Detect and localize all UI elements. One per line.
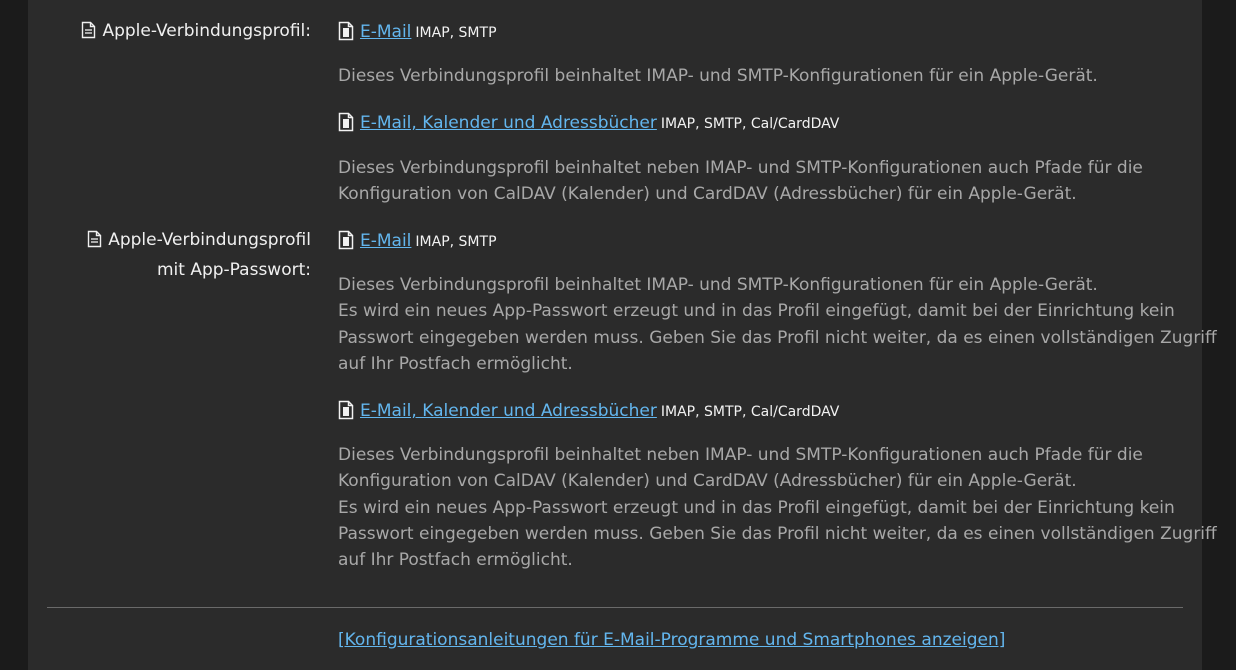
profile-description: Dieses Verbindungsprofil beinhaltet IMAP… xyxy=(338,66,1098,86)
document-lines-icon xyxy=(87,230,102,257)
protocol-tag: IMAP, SMTP, Cal/CardDAV xyxy=(660,116,840,132)
protocol-tag: IMAP, SMTP xyxy=(415,25,497,41)
email-calendar-contacts-app-password-profile-link[interactable]: E-Mail, Kalender und Adressbücher xyxy=(360,401,657,421)
profile-file-icon xyxy=(338,112,354,139)
email-calendar-contacts-profile-link[interactable]: E-Mail, Kalender und Adressbücher xyxy=(360,113,657,133)
profile-entry: E-Mail IMAP, SMTP xyxy=(338,229,1198,253)
show-configuration-guides-link[interactable]: [Konfigurationsanleitungen für E-Mail-Pr… xyxy=(338,628,1005,652)
profile-description: Dieses Verbindungsprofil beinhaltet nebe… xyxy=(338,158,1143,205)
profile-description: Dieses Verbindungsprofil beinhaltet IMAP… xyxy=(338,275,1217,374)
section-label-text-line2: mit App-Passwort: xyxy=(156,260,311,280)
protocol-tag: IMAP, SMTP, Cal/CardDAV xyxy=(660,404,840,420)
email-app-password-profile-link[interactable]: E-Mail xyxy=(360,231,411,251)
profile-entry: E-Mail IMAP, SMTP xyxy=(338,20,1198,44)
section-label-text: Apple-Verbindungsprofil: xyxy=(102,21,311,41)
section-divider xyxy=(47,607,1183,608)
section-label-apple-profile-app-password: Apple-Verbindungsprofil mit App-Passwort… xyxy=(87,227,311,284)
profile-file-icon xyxy=(338,230,354,257)
document-lines-icon xyxy=(81,21,96,48)
email-profile-link[interactable]: E-Mail xyxy=(360,22,411,42)
profile-entry: E-Mail, Kalender und Adressbücher IMAP, S… xyxy=(338,111,1198,135)
profile-entry: E-Mail, Kalender und Adressbücher IMAP, S… xyxy=(338,399,1198,423)
protocol-tag: IMAP, SMTP xyxy=(415,234,497,250)
profile-description: Dieses Verbindungsprofil beinhaltet nebe… xyxy=(338,445,1217,571)
section-label-text: Apple-Verbindungsprofil xyxy=(108,230,311,250)
section-label-apple-profile: Apple-Verbindungsprofil: xyxy=(81,18,311,48)
profile-file-icon xyxy=(338,400,354,427)
profile-file-icon xyxy=(338,21,354,48)
